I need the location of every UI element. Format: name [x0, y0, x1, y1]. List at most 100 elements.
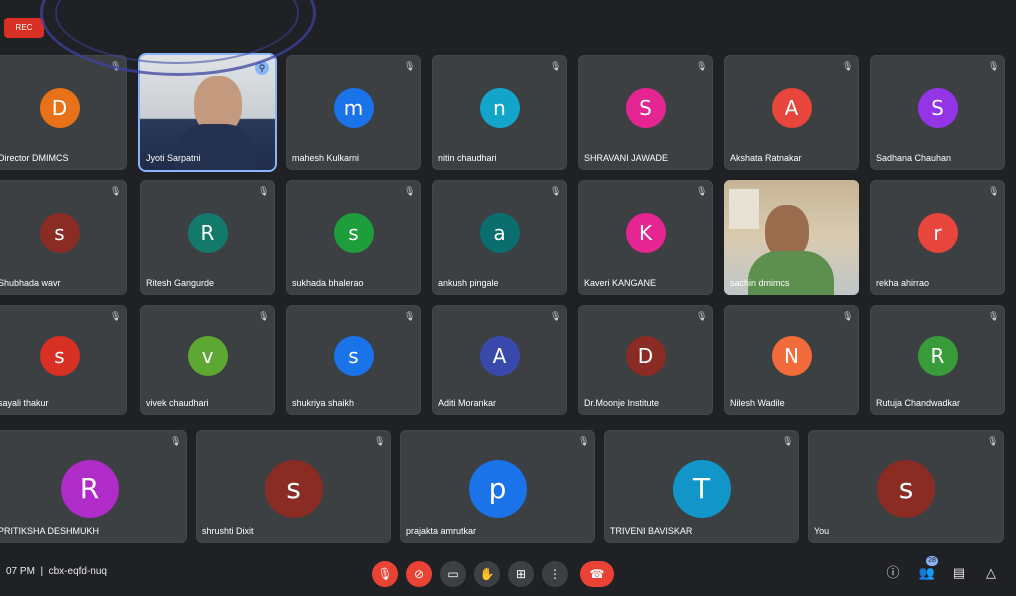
avatar: v [187, 335, 228, 376]
avatar: s [877, 459, 935, 518]
participant-name: Aditi Morankar [438, 398, 497, 408]
chat-icon[interactable]: ▤ [950, 564, 968, 582]
avatar: T [672, 459, 731, 518]
mic-muted-icon: 🎙 [170, 436, 182, 446]
participant-name: prajakta amrutkar [406, 526, 477, 536]
participant-tile-nitin-chaudhari[interactable]: n 🎙 nitin chaudhari [432, 55, 567, 170]
avatar: s [333, 335, 374, 376]
participant-name: sukhada bhalerao [292, 278, 364, 288]
participant-name: sachin dmimcs [730, 278, 790, 288]
participant-tile-shravani-jawade[interactable]: S 🎙 SHRAVANI JAWADE [578, 55, 713, 170]
participant-name: vivek chaudhari [146, 398, 209, 408]
participant-tile-jyoti-sarpatni[interactable]: ⚲ Jyoti Sarpatni [140, 55, 275, 170]
avatar: A [479, 335, 520, 376]
participant-tile-prajakta-amrutkar[interactable]: p 🎙 prajakta amrutkar [400, 430, 595, 543]
mic-muted-icon: 🎙 [842, 61, 854, 71]
participant-name: Jyoti Sarpatni [146, 153, 201, 163]
participant-tile-sachin-dmimcs[interactable]: sachin dmimcs [724, 180, 859, 295]
mic-muted-icon: 🎙 [404, 186, 416, 196]
mic-muted-icon: 🎙 [988, 186, 1000, 196]
avatar: m [333, 87, 374, 128]
participant-name: sayali thakur [0, 398, 49, 408]
avatar: a [479, 212, 520, 253]
mic-muted-icon: 🎙 [550, 61, 562, 71]
participant-count-badge: 28 [926, 556, 938, 566]
participant-name: PRITIKSHA DESHMUKH [0, 526, 100, 536]
more-options-button[interactable]: ⋮ [542, 561, 568, 587]
avatar: s [39, 212, 80, 253]
mic-muted-icon: 🎙 [550, 311, 562, 321]
participant-tile-aditi-morankar[interactable]: A 🎙 Aditi Morankar [432, 305, 567, 415]
participant-tile-you[interactable]: s 🎙 You [808, 430, 1004, 543]
avatar: D [39, 87, 80, 128]
participant-tile-kaveri-kangane[interactable]: K 🎙 Kaveri KANGANE [578, 180, 713, 295]
avatar: s [39, 335, 80, 376]
mic-muted-icon: 🎙 [696, 311, 708, 321]
participant-name: Akshata Ratnakar [730, 153, 802, 163]
participant-tile-shukriya-shaikh[interactable]: s 🎙 shukriya shaikh [286, 305, 421, 415]
avatar: N [771, 335, 812, 376]
mic-muted-icon: 🎙 [374, 436, 386, 446]
participant-tile-shrushti-dixit[interactable]: s 🎙 shrushti Dixit [196, 430, 391, 543]
activities-icon[interactable]: △ [982, 564, 1000, 582]
participant-name: Ritesh Gangurde [146, 278, 215, 288]
meeting-code: cbx-eqfd-nuq [48, 566, 107, 577]
avatar: s [333, 212, 374, 253]
avatar: K [625, 212, 666, 253]
avatar: D [625, 335, 666, 376]
participant-name: You [814, 526, 830, 536]
participant-tile-ritesh-gangurde[interactable]: R 🎙 Ritesh Gangurde [140, 180, 275, 295]
mic-muted-icon: 🎙 [782, 436, 794, 446]
avatar: A [771, 87, 812, 128]
separator: | [37, 566, 46, 577]
participant-name: ankush pingale [438, 278, 499, 288]
participant-grid: D 🎙 Director DMIMCS ⚲ Jyoti Sarpatni m 🎙 mahesh… [0, 0, 1016, 550]
participant-name: shukriya shaikh [292, 398, 355, 408]
participant-tile-sadhana-chauhan[interactable]: S 🎙 Sadhana Chauhan [870, 55, 1005, 170]
participant-name: Rutuja Chandwadkar [876, 398, 961, 408]
avatar: s [264, 459, 323, 518]
participant-tile-mahesh-kulkarni[interactable]: m 🎙 mahesh Kulkarni [286, 55, 421, 170]
participant-name: Dr.Moonje Institute [584, 398, 660, 408]
participant-tile-shubhada-wavr[interactable]: s 🎙 Shubhada wavr [0, 180, 127, 295]
participant-tile-sayali-thakur[interactable]: s 🎙 sayali thakur [0, 305, 127, 415]
mic-muted-icon: 🎙 [258, 311, 270, 321]
mic-off-button[interactable]: 🎙 [372, 561, 398, 587]
participant-tile-akshata-ratnakar[interactable]: A 🎙 Akshata Ratnakar [724, 55, 859, 170]
present-icon: ⊞ [515, 567, 527, 581]
info-icon[interactable]: ⓘ [884, 564, 902, 582]
end-call-icon: ☎ [589, 567, 605, 581]
avatar: S [625, 87, 666, 128]
participant-tile-pritiksha-deshmukh[interactable]: R 🎙 PRITIKSHA DESHMUKH [0, 430, 187, 543]
participant-tile-nilesh-wadile[interactable]: N 🎙 Nilesh Wadile [724, 305, 859, 415]
mic-muted-icon: 🎙 [696, 186, 708, 196]
avatar: R [60, 459, 119, 518]
participant-tile-vivek-chaudhari[interactable]: v 🎙 vivek chaudhari [140, 305, 275, 415]
mic-muted-icon: 🎙 [987, 436, 999, 446]
raise-hand-button[interactable]: ✋ [474, 561, 500, 587]
raise-hand-icon: ✋ [479, 567, 495, 581]
avatar: n [479, 87, 520, 128]
captions-icon: ▭ [447, 567, 459, 581]
mic-muted-icon: 🎙 [110, 61, 122, 71]
participant-tile-rekha-ahirrao[interactable]: r 🎙 rekha ahirrao [870, 180, 1005, 295]
present-button[interactable]: ⊞ [508, 561, 534, 587]
end-call-button[interactable]: ☎ [580, 561, 614, 587]
participant-name: SHRAVANI JAWADE [584, 153, 669, 163]
participant-name: Sadhana Chauhan [876, 153, 952, 163]
bottom-toolbar: 07 PM | cbx-eqfd-nuq 🎙 ⊘ ▭ ✋ ⊞ ⋮ ☎ ⓘ 👥 28 ▤ △ [0, 550, 1016, 596]
participant-tile-ankush-pingale[interactable]: a 🎙 ankush pingale [432, 180, 567, 295]
pin-icon[interactable]: ⚲ [255, 61, 269, 75]
participant-tile-director-dmimcs[interactable]: D 🎙 Director DMIMCS [0, 55, 127, 170]
captions-button[interactable]: ▭ [440, 561, 466, 587]
avatar: R [187, 212, 228, 253]
participant-tile-triveni-baviskar[interactable]: T 🎙 TRIVENI BAVISKAR [604, 430, 799, 543]
participant-tile-sukhada-bhalerao[interactable]: s 🎙 sukhada bhalerao [286, 180, 421, 295]
participant-tile-dr-moonje-institute[interactable]: D 🎙 Dr.Moonje Institute [578, 305, 713, 415]
avatar: R [917, 335, 958, 376]
people-icon[interactable]: 👥 [918, 564, 936, 582]
participant-name: Director DMIMCS [0, 153, 69, 163]
participant-tile-rutuja-chandwadkar[interactable]: R 🎙 Rutuja Chandwadkar [870, 305, 1005, 415]
camera-off-button[interactable]: ⊘ [406, 561, 432, 587]
mic-off-icon: 🎙 [377, 567, 393, 581]
